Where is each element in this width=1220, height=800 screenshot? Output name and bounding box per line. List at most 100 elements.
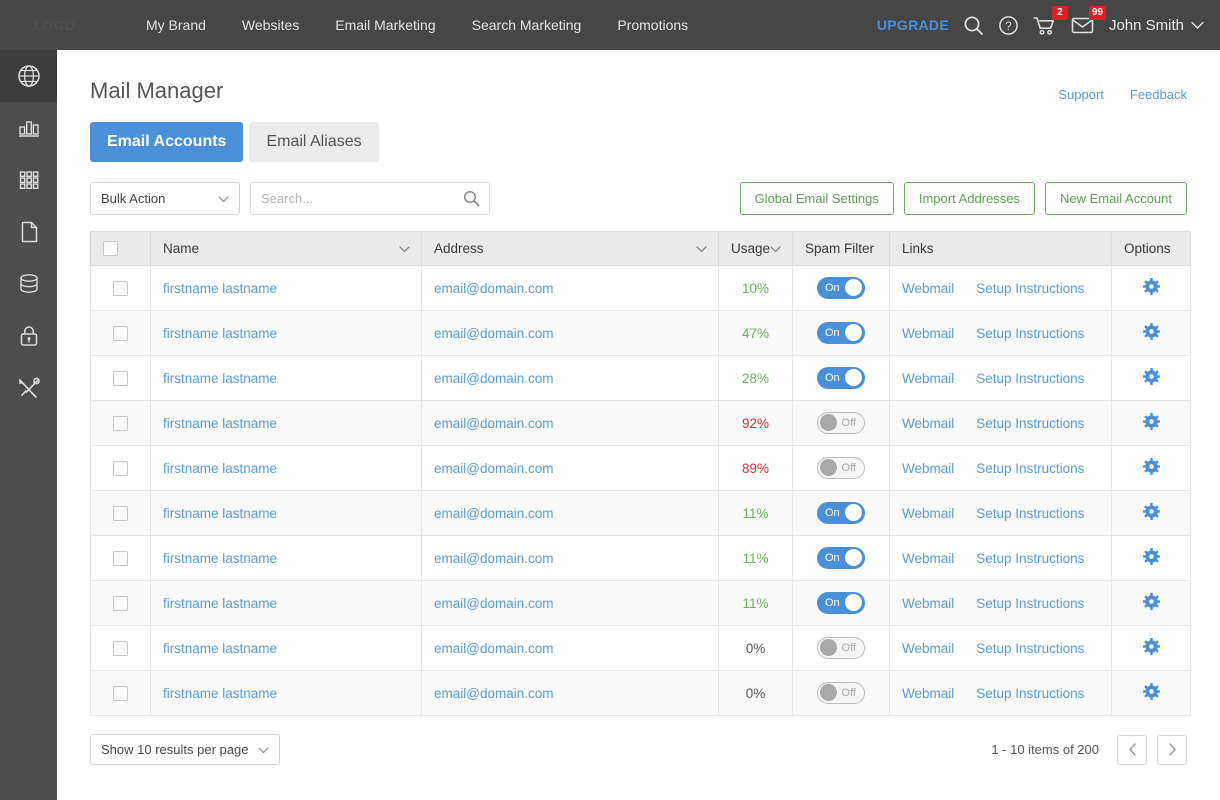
sidebar-item-files[interactable] [0, 206, 57, 258]
account-name-link[interactable]: firstname lastname [163, 686, 277, 701]
nav-link-my-brand[interactable]: My Brand [128, 0, 224, 50]
account-name-link[interactable]: firstname lastname [163, 506, 277, 521]
account-address-link[interactable]: email@domain.com [434, 461, 554, 476]
column-header-name[interactable]: Name [151, 232, 422, 266]
account-address-link[interactable]: email@domain.com [434, 506, 554, 521]
brand-logo[interactable]: LOGO [0, 0, 110, 50]
spam-filter-toggle[interactable]: On [817, 277, 865, 299]
account-name-link[interactable]: firstname lastname [163, 461, 277, 476]
setup-instructions-link[interactable]: Setup Instructions [976, 326, 1084, 341]
pagination-next-button[interactable] [1157, 735, 1187, 765]
setup-instructions-link[interactable]: Setup Instructions [976, 416, 1084, 431]
row-checkbox[interactable] [113, 686, 128, 701]
column-header-address[interactable]: Address [422, 232, 719, 266]
webmail-link[interactable]: Webmail [902, 461, 954, 476]
account-address-link[interactable]: email@domain.com [434, 551, 554, 566]
upgrade-button[interactable]: UPGRADE [877, 17, 949, 33]
account-address-link[interactable]: email@domain.com [434, 326, 554, 341]
setup-instructions-link[interactable]: Setup Instructions [976, 506, 1084, 521]
spam-filter-toggle[interactable]: On [817, 367, 865, 389]
setup-instructions-link[interactable]: Setup Instructions [976, 686, 1084, 701]
spam-filter-toggle[interactable]: Off [817, 412, 865, 434]
mail-icon[interactable]: 99 [1071, 15, 1095, 35]
webmail-link[interactable]: Webmail [902, 506, 954, 521]
tab-email-aliases[interactable]: Email Aliases [249, 122, 378, 162]
row-options-gear-button[interactable] [1143, 638, 1160, 658]
account-address-link[interactable]: email@domain.com [434, 371, 554, 386]
spam-filter-toggle[interactable]: On [817, 592, 865, 614]
search-input[interactable] [261, 191, 461, 206]
row-options-gear-button[interactable] [1143, 503, 1160, 523]
spam-filter-toggle[interactable]: On [817, 547, 865, 569]
results-per-page-select[interactable]: Show 10 results per page [90, 734, 280, 765]
pagination-prev-button[interactable] [1117, 735, 1147, 765]
row-options-gear-button[interactable] [1143, 458, 1160, 478]
row-checkbox[interactable] [113, 641, 128, 656]
cart-icon[interactable]: 2 [1033, 15, 1057, 36]
nav-link-email-marketing[interactable]: Email Marketing [317, 0, 453, 50]
account-address-link[interactable]: email@domain.com [434, 416, 554, 431]
setup-instructions-link[interactable]: Setup Instructions [976, 281, 1084, 296]
row-checkbox[interactable] [113, 371, 128, 386]
setup-instructions-link[interactable]: Setup Instructions [976, 551, 1084, 566]
row-options-gear-button[interactable] [1143, 413, 1160, 433]
help-icon[interactable]: ? [998, 15, 1019, 36]
webmail-link[interactable]: Webmail [902, 686, 954, 701]
webmail-link[interactable]: Webmail [902, 281, 954, 296]
search-icon[interactable] [463, 190, 480, 207]
row-checkbox[interactable] [113, 281, 128, 296]
row-checkbox[interactable] [113, 551, 128, 566]
bulk-action-select[interactable]: Bulk Action [90, 182, 240, 215]
account-name-link[interactable]: firstname lastname [163, 416, 277, 431]
nav-link-search-marketing[interactable]: Search Marketing [454, 0, 600, 50]
spam-filter-toggle[interactable]: Off [817, 637, 865, 659]
new-email-account-button[interactable]: New Email Account [1045, 182, 1187, 215]
setup-instructions-link[interactable]: Setup Instructions [976, 641, 1084, 656]
select-all-checkbox[interactable] [103, 241, 118, 256]
sidebar-item-tools[interactable] [0, 362, 57, 414]
nav-link-promotions[interactable]: Promotions [599, 0, 706, 50]
spam-filter-toggle[interactable]: Off [817, 682, 865, 704]
sidebar-item-security[interactable] [0, 310, 57, 362]
row-checkbox[interactable] [113, 416, 128, 431]
account-name-link[interactable]: firstname lastname [163, 596, 277, 611]
webmail-link[interactable]: Webmail [902, 596, 954, 611]
row-options-gear-button[interactable] [1143, 368, 1160, 388]
row-options-gear-button[interactable] [1143, 683, 1160, 703]
account-address-link[interactable]: email@domain.com [434, 686, 554, 701]
tab-email-accounts[interactable]: Email Accounts [90, 122, 243, 162]
account-name-link[interactable]: firstname lastname [163, 281, 277, 296]
webmail-link[interactable]: Webmail [902, 326, 954, 341]
sidebar-item-websites[interactable] [0, 50, 57, 102]
search-icon[interactable] [963, 15, 984, 36]
spam-filter-toggle[interactable]: On [817, 502, 865, 524]
spam-filter-toggle[interactable]: Off [817, 457, 865, 479]
row-options-gear-button[interactable] [1143, 548, 1160, 568]
support-link[interactable]: Support [1058, 87, 1104, 102]
spam-filter-toggle[interactable]: On [817, 322, 865, 344]
account-name-link[interactable]: firstname lastname [163, 551, 277, 566]
sidebar-item-databases[interactable] [0, 258, 57, 310]
setup-instructions-link[interactable]: Setup Instructions [976, 371, 1084, 386]
account-name-link[interactable]: firstname lastname [163, 371, 277, 386]
setup-instructions-link[interactable]: Setup Instructions [976, 461, 1084, 476]
import-addresses-button[interactable]: Import Addresses [904, 182, 1035, 215]
setup-instructions-link[interactable]: Setup Instructions [976, 596, 1084, 611]
row-options-gear-button[interactable] [1143, 323, 1160, 343]
row-checkbox[interactable] [113, 326, 128, 341]
account-name-link[interactable]: firstname lastname [163, 326, 277, 341]
user-menu[interactable]: John Smith [1109, 17, 1204, 34]
webmail-link[interactable]: Webmail [902, 551, 954, 566]
column-header-usage[interactable]: Usage [719, 232, 793, 266]
global-email-settings-button[interactable]: Global Email Settings [740, 182, 894, 215]
nav-link-websites[interactable]: Websites [224, 0, 317, 50]
webmail-link[interactable]: Webmail [902, 371, 954, 386]
row-checkbox[interactable] [113, 506, 128, 521]
webmail-link[interactable]: Webmail [902, 416, 954, 431]
row-options-gear-button[interactable] [1143, 593, 1160, 613]
account-address-link[interactable]: email@domain.com [434, 641, 554, 656]
account-name-link[interactable]: firstname lastname [163, 641, 277, 656]
account-address-link[interactable]: email@domain.com [434, 596, 554, 611]
sidebar-item-apps[interactable] [0, 154, 57, 206]
row-checkbox[interactable] [113, 461, 128, 476]
